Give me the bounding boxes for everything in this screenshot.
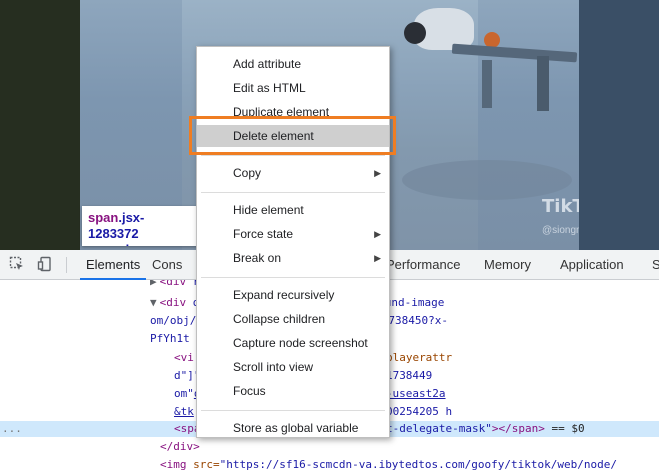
dom-token: <div (159, 280, 193, 288)
dom-token: src= (193, 458, 220, 471)
menu-separator (201, 155, 385, 156)
menu-item-label: Delete element (233, 129, 314, 143)
menu-item-label: Store as global variable (233, 421, 359, 435)
dom-token: om/obj/ (150, 314, 197, 327)
tab-elements[interactable]: Elements (80, 250, 147, 280)
dom-token: </div> (160, 440, 200, 453)
menu-item-capture-node-screenshot[interactable]: Capture node screenshot (197, 332, 389, 354)
video-content-bench-leg (537, 56, 549, 111)
device-toggle-icon[interactable] (36, 256, 54, 274)
dom-token: PfYh1t (150, 332, 190, 345)
submenu-arrow-icon: ▶ (374, 253, 381, 263)
dom-token: ></span> (491, 422, 545, 435)
menu-separator (201, 277, 385, 278)
menu-item-scroll-into-view[interactable]: Scroll into view (197, 356, 389, 378)
menu-item-copy[interactable]: Copy ▶ (197, 162, 389, 184)
tooltip-class-continued: e-mask (88, 242, 194, 246)
dom-token: <vi (174, 351, 194, 364)
dom-token: <div (159, 296, 193, 309)
menu-item-label: Copy (233, 166, 262, 180)
dom-node[interactable]: <img src="https://sf16-scmcdn-va.ibytedt… (0, 457, 659, 473)
row-ellipsis-icon[interactable]: ... (2, 421, 22, 437)
menu-item-force-state[interactable]: Force state ▶ (197, 223, 389, 245)
menu-item-expand-recursively[interactable]: Expand recursively (197, 284, 389, 306)
submenu-arrow-icon: ▶ (374, 168, 381, 178)
dom-token: == $0 (544, 422, 585, 435)
menu-item-delete-element[interactable]: Delete element (197, 125, 389, 147)
menu-separator (201, 410, 385, 411)
menu-item-focus[interactable]: Focus (197, 380, 389, 402)
context-menu: Add attribute Edit as HTML Duplicate eleme… (196, 46, 390, 438)
menu-item-add-attribute[interactable]: Add attribute (197, 53, 389, 75)
dom-token: d" (174, 369, 188, 382)
menu-item-store-as-global-variable[interactable]: Store as global variable (197, 417, 389, 439)
dom-token: om" (174, 387, 194, 400)
expand-arrow-icon[interactable]: ▼ (150, 296, 157, 309)
tiktok-watermark-handle: @siongmohadi (542, 225, 579, 236)
page-left-panel (0, 0, 80, 250)
menu-item-label: Break on (233, 251, 282, 265)
page-right-panel (579, 0, 659, 250)
tab-performance[interactable]: Performance (380, 250, 466, 280)
menu-item-duplicate-element[interactable]: Duplicate element (197, 101, 389, 123)
menu-item-label: Focus (233, 384, 266, 398)
menu-item-label: Capture node screenshot (233, 336, 368, 350)
tooltip-tag: span (88, 210, 119, 225)
inspect-element-icon[interactable] (8, 256, 26, 274)
menu-item-label: Edit as HTML (233, 81, 306, 95)
element-tooltip: span.jsx-1283372 e-mask (82, 206, 200, 246)
menu-item-label: Expand recursively (233, 288, 335, 302)
dom-node[interactable]: </div> (0, 439, 659, 455)
tiktok-watermark: TikTok (542, 196, 579, 217)
tab-sources[interactable]: S (646, 250, 659, 280)
menu-item-hide-element[interactable]: Hide element (197, 199, 389, 221)
menu-item-label: Add attribute (233, 57, 302, 71)
toolbar-divider (66, 257, 67, 273)
menu-item-label: Scroll into view (233, 360, 314, 374)
menu-item-label: Hide element (233, 203, 304, 217)
menu-separator (201, 192, 385, 193)
video-content-ground (402, 160, 572, 200)
tab-memory[interactable]: Memory (478, 250, 537, 280)
dom-token: <img (160, 458, 194, 471)
tab-console[interactable]: Cons (146, 250, 192, 280)
submenu-arrow-icon: ▶ (374, 229, 381, 239)
dom-token: "https://sf16-scmcdn-va.ibytedtos.com/go… (219, 458, 617, 471)
video-content-panda-head (404, 22, 426, 44)
menu-item-collapse-children[interactable]: Collapse children (197, 308, 389, 330)
video-content-bench-leg (482, 60, 492, 108)
dom-token: &tk (174, 405, 194, 418)
expand-arrow-icon[interactable]: ▶ (150, 280, 157, 288)
dom-token: playerattr (379, 351, 453, 364)
tab-application[interactable]: Application (554, 250, 630, 280)
menu-item-label: Duplicate element (233, 105, 330, 119)
menu-item-edit-as-html[interactable]: Edit as HTML (197, 77, 389, 99)
menu-item-label: Force state (233, 227, 294, 241)
menu-item-break-on[interactable]: Break on ▶ (197, 247, 389, 269)
menu-item-label: Collapse children (233, 312, 326, 326)
video-content-bench (451, 43, 578, 63)
